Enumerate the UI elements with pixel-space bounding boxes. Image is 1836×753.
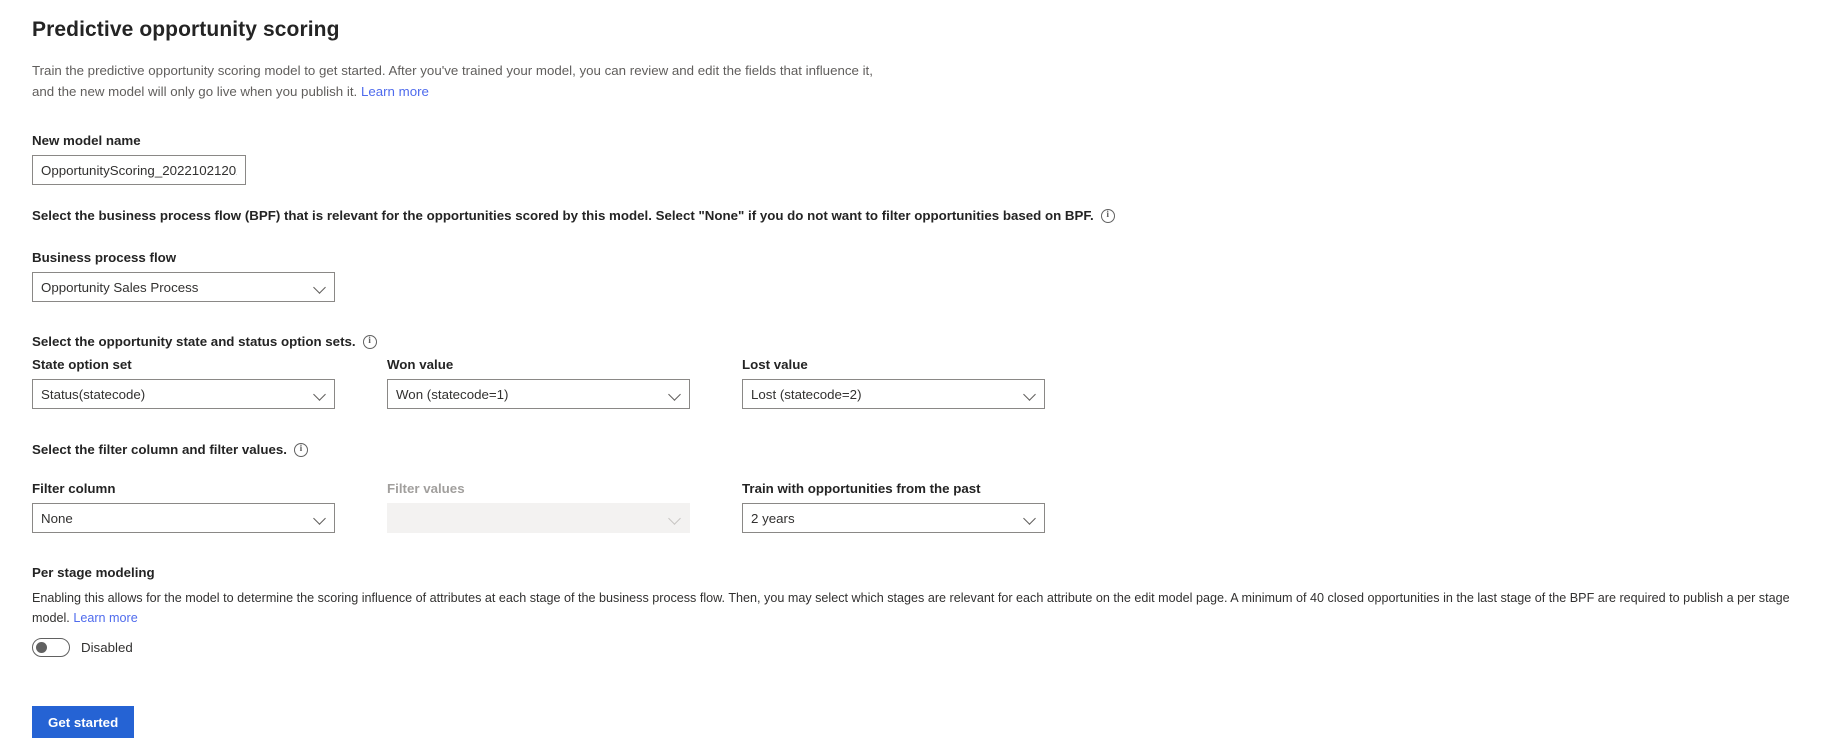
toggle-knob — [36, 642, 47, 653]
train-with-opportunities-label: Train with opportunities from the past — [742, 481, 981, 496]
state-option-set-dropdown[interactable]: Status(statecode) — [32, 379, 335, 409]
chevron-down-icon — [314, 512, 326, 524]
chevron-down-icon — [669, 512, 681, 524]
lost-value-value: Lost (statecode=2) — [751, 386, 862, 402]
train-with-opportunities-field-group: Train with opportunities from the past 2… — [742, 480, 1045, 533]
predictive-opportunity-scoring-page: Predictive opportunity scoring Train the… — [0, 0, 1836, 753]
train-with-opportunities-value: 2 years — [751, 510, 795, 526]
chevron-down-icon — [669, 388, 681, 400]
bpf-instruction: Select the business process flow (BPF) t… — [32, 207, 1115, 225]
per-stage-modeling-description: Enabling this allows for the model to de… — [32, 588, 1822, 628]
per-stage-modeling-toggle-label: Disabled — [81, 640, 133, 655]
per-stage-modeling-toggle-group: Disabled — [32, 638, 133, 657]
filter-column-value: None — [41, 510, 73, 526]
won-value-dropdown[interactable]: Won (statecode=1) — [387, 379, 690, 409]
filter-instruction: Select the filter column and filter valu… — [32, 441, 308, 459]
filter-row: Filter column None Filter values Train w… — [32, 480, 1082, 533]
filter-values-field-group: Filter values — [387, 480, 690, 533]
chevron-down-icon — [314, 388, 326, 400]
new-model-name-field-group: New model name — [32, 132, 246, 185]
state-option-set-value: Status(statecode) — [41, 386, 146, 402]
bpf-instruction-text: Select the business process flow (BPF) t… — [32, 208, 1094, 223]
lost-value-dropdown[interactable]: Lost (statecode=2) — [742, 379, 1045, 409]
chevron-down-icon — [1024, 512, 1036, 524]
actions-bar: Get started — [32, 706, 135, 738]
lost-value-label: Lost value — [742, 357, 808, 372]
learn-more-link-per-stage[interactable]: Learn more — [73, 611, 137, 625]
state-status-instruction-text: Select the opportunity state and status … — [32, 334, 356, 349]
train-with-opportunities-dropdown[interactable]: 2 years — [742, 503, 1045, 533]
filter-instruction-text: Select the filter column and filter valu… — [32, 442, 287, 457]
business-process-flow-value: Opportunity Sales Process — [41, 279, 199, 295]
state-option-set-label: State option set — [32, 357, 132, 372]
state-status-row: State option set Status(statecode) Won v… — [32, 356, 1082, 409]
per-stage-modeling-description-text: Enabling this allows for the model to de… — [32, 591, 1790, 625]
state-option-set-field-group: State option set Status(statecode) — [32, 356, 335, 409]
new-model-name-input[interactable] — [32, 155, 246, 185]
won-value-field-group: Won value Won (statecode=1) — [387, 356, 690, 409]
lost-value-field-group: Lost value Lost (statecode=2) — [742, 356, 1045, 409]
new-model-name-label: New model name — [32, 133, 141, 148]
info-icon-state-status[interactable]: i — [362, 335, 377, 349]
won-value-value: Won (statecode=1) — [396, 386, 509, 402]
page-description: Train the predictive opportunity scoring… — [32, 60, 892, 102]
info-icon-filters[interactable]: i — [293, 443, 308, 457]
page-title: Predictive opportunity scoring — [32, 18, 340, 41]
get-started-button[interactable]: Get started — [32, 706, 135, 738]
won-value-label: Won value — [387, 357, 454, 372]
page-description-text: Train the predictive opportunity scoring… — [32, 63, 873, 99]
info-icon-bpf[interactable]: i — [1100, 209, 1115, 223]
filter-column-label: Filter column — [32, 481, 116, 496]
filter-column-dropdown[interactable]: None — [32, 503, 335, 533]
business-process-flow-label: Business process flow — [32, 250, 177, 265]
chevron-down-icon — [1024, 388, 1036, 400]
per-stage-modeling-toggle[interactable] — [32, 638, 70, 657]
business-process-flow-dropdown[interactable]: Opportunity Sales Process — [32, 272, 335, 302]
filter-column-field-group: Filter column None — [32, 480, 335, 533]
business-process-flow-field-group: Business process flow Opportunity Sales … — [32, 249, 335, 302]
filter-values-label: Filter values — [387, 481, 465, 496]
filter-values-dropdown — [387, 503, 690, 533]
per-stage-modeling-title: Per stage modeling — [32, 565, 155, 580]
chevron-down-icon — [314, 281, 326, 293]
learn-more-link-intro[interactable]: Learn more — [361, 84, 429, 99]
state-status-instruction: Select the opportunity state and status … — [32, 333, 377, 351]
